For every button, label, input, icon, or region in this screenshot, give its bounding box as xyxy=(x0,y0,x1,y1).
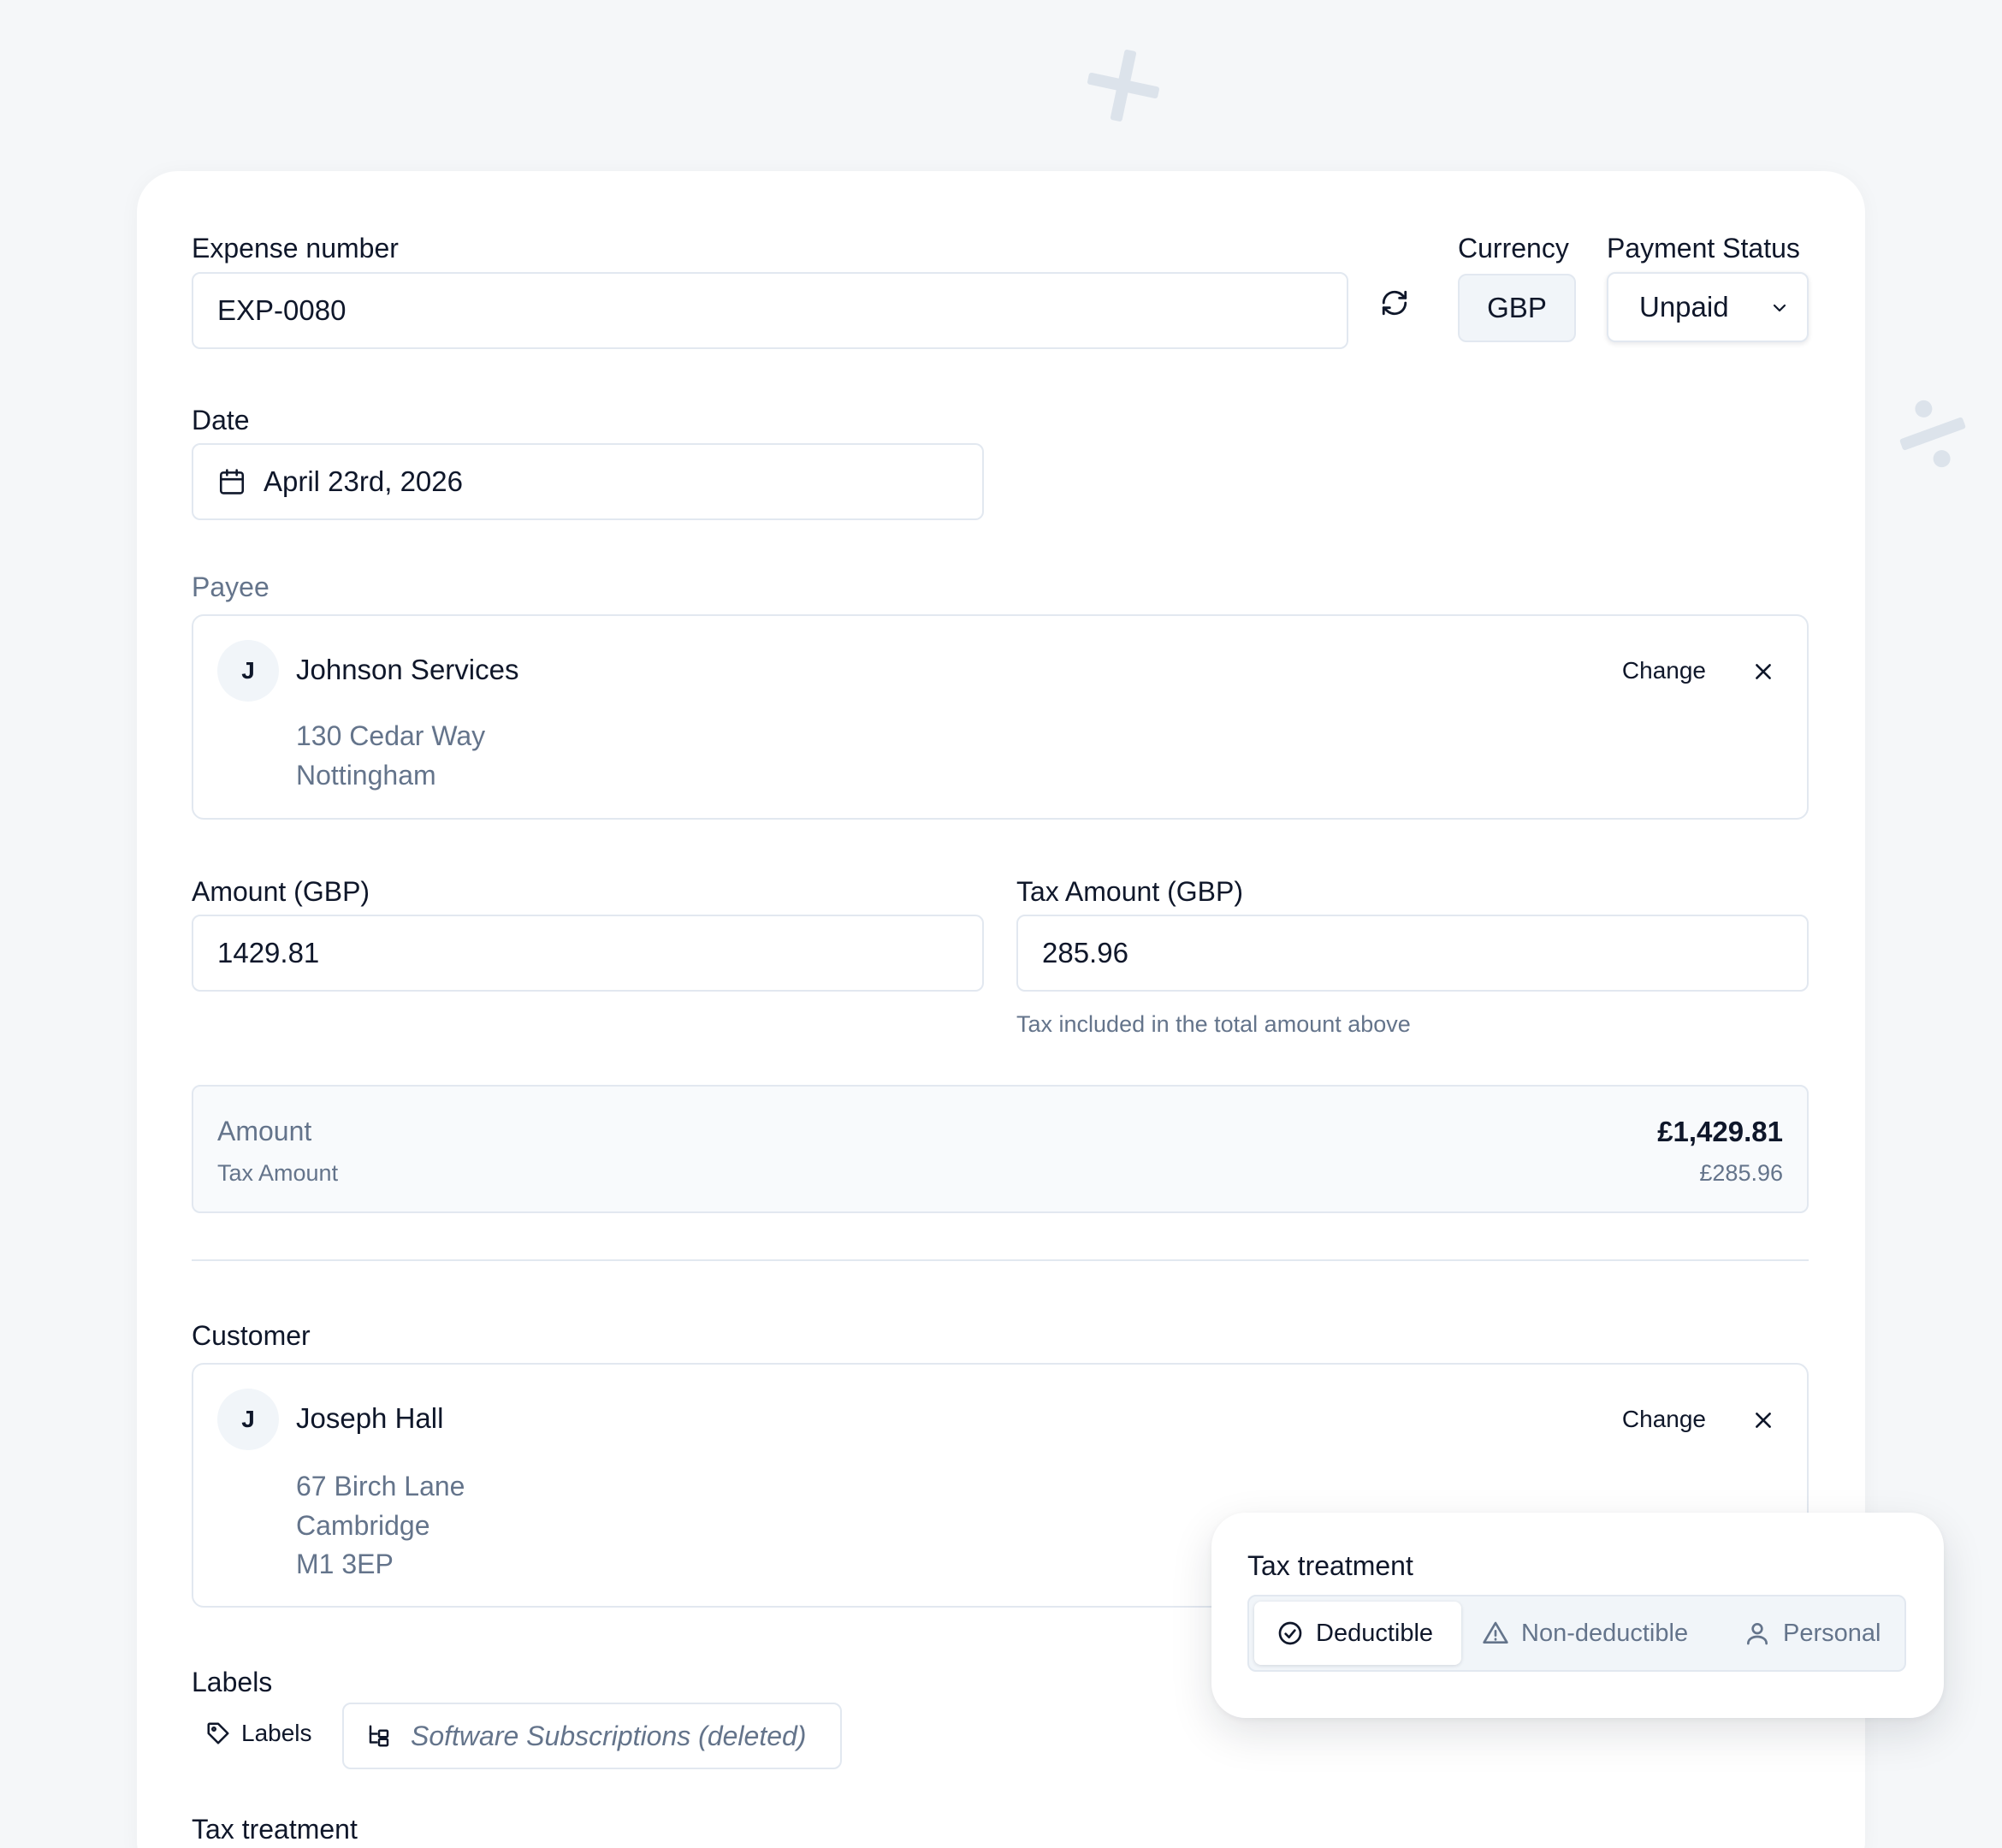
summary-tax-label: Tax Amount xyxy=(217,1160,339,1186)
date-value: April 23rd, 2026 xyxy=(264,465,463,497)
label-tree-icon xyxy=(369,1725,389,1747)
payment-status-value: Unpaid xyxy=(1639,291,1729,323)
label-chip[interactable]: Software Subscriptions (deleted) xyxy=(342,1703,842,1769)
payee-address-line: 130 Cedar Way xyxy=(296,720,486,751)
payment-status-select[interactable]: Unpaid xyxy=(1607,272,1809,342)
currency-field[interactable]: GBP xyxy=(1458,274,1576,342)
tag-icon xyxy=(207,1722,229,1744)
payee-name: Johnson Services xyxy=(296,654,519,685)
expense-number-value: EXP-0080 xyxy=(217,294,346,326)
customer-avatar: J xyxy=(217,1389,279,1450)
option-label: Deductible xyxy=(1316,1619,1434,1647)
option-label: Personal xyxy=(1783,1619,1881,1647)
customer-address-line: Cambridge xyxy=(296,1510,430,1541)
warning-icon xyxy=(1483,1621,1508,1644)
popover-title: Tax treatment xyxy=(1247,1550,1413,1581)
customer-label: Customer xyxy=(192,1320,311,1351)
expense-number-input[interactable]: EXP-0080 xyxy=(192,272,1348,349)
plus-decoration-icon xyxy=(1087,50,1159,121)
chevron-down-icon xyxy=(1773,304,1786,312)
tax-hint-text: Tax included in the total amount above xyxy=(1016,1011,1411,1037)
customer-address-line: 67 Birch Lane xyxy=(296,1471,465,1502)
change-payee-button[interactable]: Change xyxy=(1622,657,1706,684)
customer-name: Joseph Hall xyxy=(296,1402,444,1434)
refresh-icon xyxy=(1382,290,1407,316)
calendar-icon xyxy=(219,469,245,495)
currency-label: Currency xyxy=(1458,233,1569,264)
payment-status-label: Payment Status xyxy=(1607,233,1800,264)
regenerate-number-button[interactable] xyxy=(1377,286,1412,320)
amount-summary-box: Amount Tax Amount £1,429.81 £285.96 xyxy=(192,1085,1809,1213)
divide-decoration-icon xyxy=(1899,400,1966,468)
tax-amount-input[interactable]: 285.96 xyxy=(1016,915,1809,992)
tax-amount-value: 285.96 xyxy=(1042,937,1128,968)
section-divider xyxy=(192,1259,1809,1261)
amount-input[interactable]: 1429.81 xyxy=(192,915,984,992)
labels-section-label: Labels xyxy=(192,1667,273,1697)
payee-card: J Johnson Services 130 Cedar Way Notting… xyxy=(192,614,1809,820)
tax-treatment-segmented-control: Deductible Non-deductible Personal xyxy=(1247,1595,1906,1672)
option-non-deductible[interactable]: Non-deductible xyxy=(1478,1602,1716,1665)
option-label: Non-deductible xyxy=(1521,1619,1689,1647)
payee-address-line: Nottingham xyxy=(296,760,436,791)
tax-amount-label: Tax Amount (GBP) xyxy=(1016,876,1243,907)
change-customer-button[interactable]: Change xyxy=(1622,1406,1706,1433)
check-circle-icon xyxy=(1278,1621,1302,1645)
option-deductible[interactable]: Deductible xyxy=(1254,1602,1461,1665)
date-label: Date xyxy=(192,405,250,435)
tax-treatment-section-label: Tax treatment xyxy=(192,1814,358,1845)
user-icon xyxy=(1747,1623,1768,1645)
labels-button-label: Labels xyxy=(241,1720,312,1746)
customer-address-line: M1 3EP xyxy=(296,1549,394,1579)
label-chip-text: Software Subscriptions (deleted) xyxy=(411,1720,807,1751)
payee-avatar: J xyxy=(217,640,279,702)
summary-tax-value: £285.96 xyxy=(1699,1160,1783,1186)
summary-amount-label: Amount xyxy=(217,1116,312,1146)
payee-label: Payee xyxy=(192,572,270,602)
amount-label: Amount (GBP) xyxy=(192,876,370,907)
tax-treatment-popover: Tax treatment Deductible Non-deductible … xyxy=(1211,1513,1944,1718)
remove-payee-close-icon[interactable] xyxy=(1752,660,1774,683)
expense-number-label: Expense number xyxy=(192,233,399,264)
amount-value: 1429.81 xyxy=(217,937,320,968)
option-personal[interactable]: Personal xyxy=(1740,1602,1903,1665)
summary-amount-value: £1,429.81 xyxy=(1657,1116,1783,1147)
labels-button[interactable]: Labels xyxy=(205,1720,312,1747)
date-picker-button[interactable]: April 23rd, 2026 xyxy=(192,443,984,520)
remove-customer-close-icon[interactable] xyxy=(1752,1409,1774,1431)
